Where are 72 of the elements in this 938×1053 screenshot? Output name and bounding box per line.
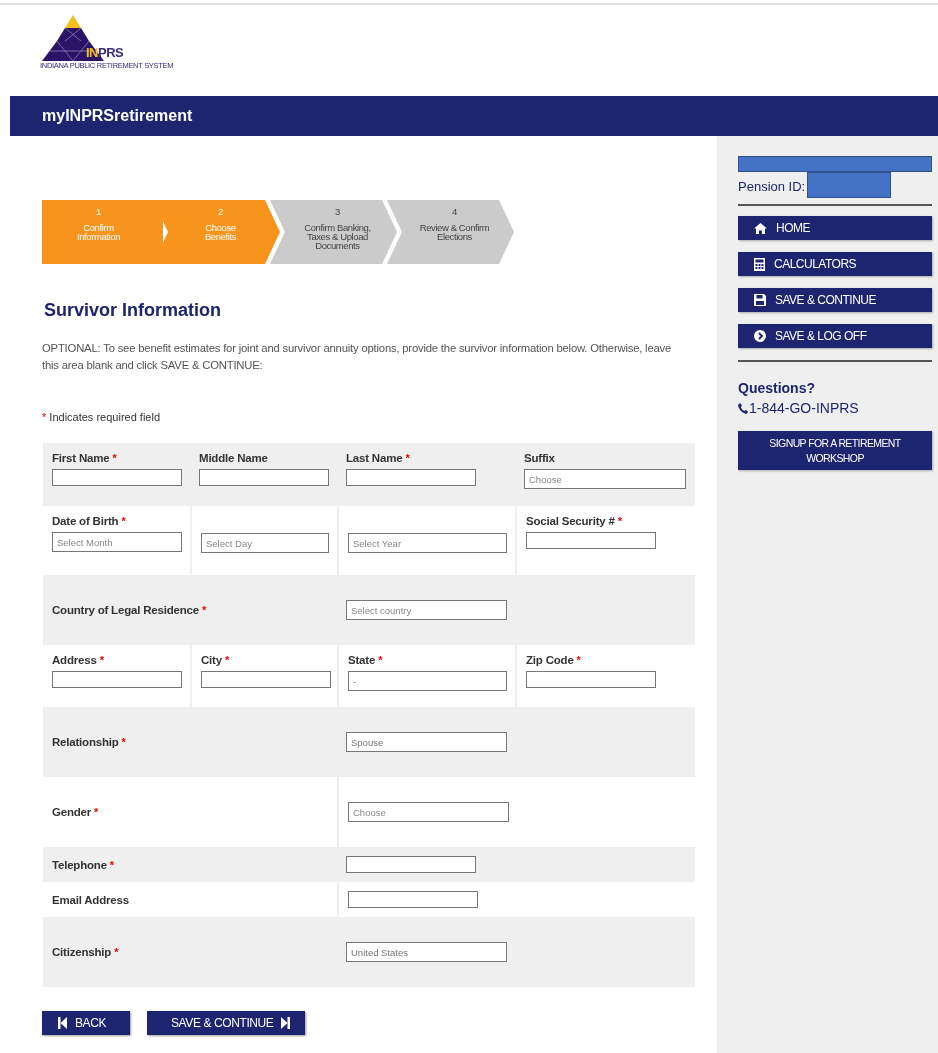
required-note: * Indicates required field [42, 411, 161, 423]
back-button[interactable]: BACK [42, 1011, 130, 1035]
field-label: Middle Name [199, 452, 268, 464]
site-title: myINPRSretirement [42, 107, 193, 125]
field-label: Zip Code [526, 654, 574, 666]
section-title: Survivor Information [44, 300, 223, 322]
dropdown-field[interactable]: Select Year [348, 533, 507, 553]
field-label: Suffix [524, 452, 555, 464]
field-label: Last Name [346, 452, 403, 464]
sidebar-menu-button[interactable]: SAVE & CONTINUE [738, 288, 932, 312]
field-label: Date of Birth [52, 515, 119, 527]
text-input-field[interactable] [346, 856, 476, 873]
phone-number: 1-844-GO-INPRS [749, 400, 859, 416]
home-icon [754, 222, 767, 234]
intro-text: OPTIONAL: To see benefit estimates for joint and survivor annuity options, provide the survivor information below. Otherwise, leave this area blank and click SAVE & CONTINUE: [42, 341, 672, 373]
required-asterisk: * [224, 654, 230, 666]
text-input-field[interactable] [199, 469, 329, 486]
sidebar-menu-button[interactable]: SAVE & LOG OFF [738, 324, 932, 348]
dropdown-field[interactable]: Choose [524, 469, 686, 489]
field-label: First Name [52, 452, 110, 464]
text-input-field[interactable] [526, 532, 656, 549]
pension-id-label: Pension ID: [738, 179, 806, 196]
required-asterisk: * [109, 858, 115, 871]
dropdown-field[interactable]: Select country [346, 600, 507, 620]
sidebar-menu-button[interactable]: HOME [738, 216, 932, 240]
field-label: Telephone [52, 858, 107, 871]
dropdown-field[interactable]: Select Day [201, 533, 329, 553]
field-label: Citizenship [52, 946, 112, 958]
dropdown-field[interactable]: - [348, 671, 507, 691]
questions-heading: Questions? [738, 380, 816, 396]
field-label: Relationship [52, 736, 119, 748]
text-input-field[interactable] [201, 671, 331, 688]
field-label: Address [52, 654, 97, 666]
text-input-field[interactable] [526, 671, 656, 688]
required-asterisk: * [112, 452, 117, 464]
required-asterisk: * [94, 806, 99, 818]
required-asterisk: * [405, 452, 410, 464]
skip-forward-icon [281, 1017, 291, 1029]
required-asterisk: * [617, 515, 622, 527]
required-asterisk: * [378, 654, 383, 666]
phone-icon [738, 402, 748, 414]
required-asterisk: * [121, 515, 126, 527]
dropdown-field[interactable]: United States [346, 942, 507, 962]
progress-step: 4 Review & Confirm Elections [387, 200, 514, 264]
field-label: Gender [52, 806, 92, 818]
dropdown-field[interactable]: Spouse [346, 732, 507, 752]
logo-wordmark: INPRS [86, 46, 124, 60]
text-input-field[interactable] [52, 469, 182, 486]
dropdown-field[interactable]: Select Month [52, 532, 182, 552]
sidebar-menu-button[interactable]: CALCULATORS [738, 252, 932, 276]
chevron-circle-icon [754, 330, 766, 342]
text-input-field[interactable] [52, 671, 182, 688]
text-input-field[interactable] [348, 891, 478, 908]
dropdown-field[interactable]: Choose [348, 802, 509, 822]
text-input-field[interactable] [346, 469, 476, 486]
progress-step: 3 Confirm Banking, Taxes & Upload Documents [270, 200, 397, 264]
required-asterisk: * [114, 946, 119, 958]
skip-back-icon [58, 1017, 67, 1029]
field-label: City [201, 654, 222, 666]
field-label: Social Security # [526, 515, 615, 527]
calculator-icon [754, 257, 765, 271]
workshop-signup-button[interactable]: SIGNUP FOR A RETIREMENT WORKSHOP [738, 431, 932, 470]
progress-step: 2 Choose Benefits [153, 200, 280, 264]
field-label: Country of Legal Residence [52, 604, 199, 616]
required-asterisk: * [576, 654, 581, 666]
required-asterisk: * [121, 736, 126, 748]
field-label: Email Address [52, 893, 129, 906]
required-asterisk: * [201, 604, 207, 616]
required-asterisk: * [99, 654, 104, 666]
field-label: State [348, 654, 376, 666]
progress-step: 1 Confirm Information [42, 200, 163, 264]
save-continue-button[interactable]: SAVE & CONTINUE [147, 1011, 305, 1035]
